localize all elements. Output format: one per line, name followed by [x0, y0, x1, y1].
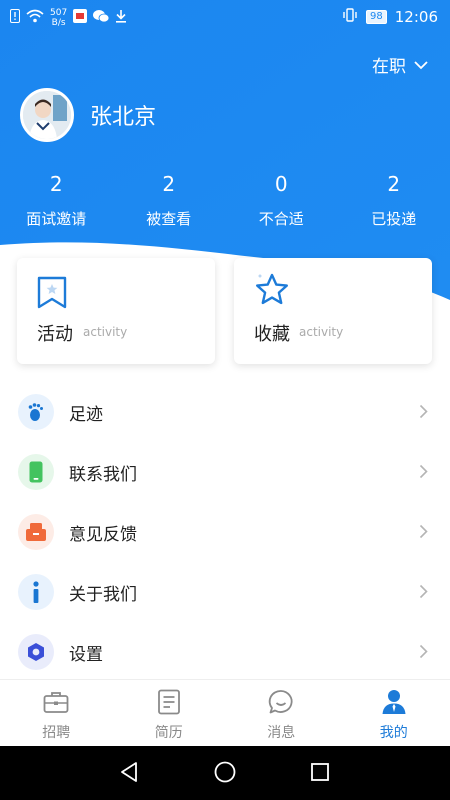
battery-indicator: 98: [366, 10, 387, 24]
menu-label: 设置: [69, 644, 103, 665]
message-icon: [268, 689, 294, 715]
stat-delivered[interactable]: 2 已投递: [338, 172, 450, 229]
stat-label: 不合适: [258, 210, 304, 228]
menu-label: 联系我们: [69, 464, 137, 485]
chevron-right-icon: [419, 404, 428, 423]
stat-value: 0: [274, 172, 288, 196]
chevron-right-icon: [419, 464, 428, 483]
tab-label: 招聘: [42, 725, 71, 741]
clock: 12:06: [394, 8, 438, 26]
tab-label: 我的: [379, 725, 408, 741]
tab-recruitment[interactable]: 招聘: [0, 680, 113, 746]
feedback-icon: [18, 514, 54, 550]
resume-icon: [156, 689, 182, 715]
bottom-tab-bar: 招聘 简历 消息 我的: [0, 679, 450, 746]
card-title: 收藏: [254, 324, 290, 345]
menu-item-contact-us[interactable]: 联系我们: [0, 442, 450, 502]
network-speed: 507 B/s: [50, 8, 68, 28]
menu-label: 足迹: [69, 404, 103, 425]
card-subtitle: activity: [83, 325, 128, 339]
menu-item-feedback[interactable]: 意见反馈: [0, 502, 450, 562]
card-title: 活动: [37, 324, 73, 345]
stat-value: 2: [49, 172, 63, 196]
chevron-right-icon: [419, 584, 428, 603]
chevron-down-icon: [414, 55, 428, 75]
chevron-right-icon: [419, 524, 428, 543]
stat-label: 被查看: [146, 210, 192, 228]
wechat-icon: [93, 9, 110, 27]
tab-messages[interactable]: 消息: [225, 680, 338, 746]
avatar[interactable]: [20, 88, 74, 142]
bookmark-icon: [37, 276, 67, 314]
vibrate-icon: [342, 8, 358, 26]
stat-label: 面试邀请: [26, 210, 87, 228]
job-status-dropdown[interactable]: 在职: [372, 52, 428, 77]
tab-label: 消息: [267, 725, 296, 741]
tab-mine[interactable]: 我的: [338, 680, 450, 746]
menu-item-about-us[interactable]: 关于我们: [0, 562, 450, 622]
phone-icon: [18, 454, 54, 490]
user-profile[interactable]: 张北京: [20, 88, 156, 142]
stat-value: 2: [162, 172, 176, 196]
stat-interview-invites[interactable]: 2 面试邀请: [0, 172, 113, 229]
settings-icon: [18, 634, 54, 670]
info-icon: [18, 574, 54, 610]
username: 张北京: [90, 105, 157, 130]
stat-unsuitable[interactable]: 0 不合适: [225, 172, 338, 229]
notification-app-icon: [73, 9, 88, 27]
chevron-right-icon: [419, 644, 428, 663]
stat-viewed[interactable]: 2 被查看: [113, 172, 226, 229]
tab-resume[interactable]: 简历: [113, 680, 226, 746]
tab-label: 简历: [154, 725, 183, 741]
download-icon: [115, 9, 127, 27]
stat-value: 2: [387, 172, 401, 196]
briefcase-icon: [43, 689, 69, 715]
wifi-icon: [26, 9, 44, 27]
activity-card[interactable]: 活动 activity: [17, 258, 215, 364]
application-stats: 2 面试邀请 2 被查看 0 不合适 2 已投递: [0, 172, 450, 229]
menu-label: 关于我们: [69, 584, 137, 605]
stat-label: 已投递: [371, 210, 417, 228]
star-icon: [254, 272, 290, 312]
favorites-card[interactable]: 收藏 activity: [234, 258, 432, 364]
status-bar: 507 B/s 98 12:06: [0, 0, 450, 36]
profile-header: [0, 0, 450, 300]
menu-item-footprint[interactable]: 足迹: [0, 382, 450, 442]
profile-icon: [381, 689, 407, 715]
header-background: [0, 0, 450, 300]
footprint-icon: [18, 394, 54, 430]
back-icon[interactable]: [118, 760, 140, 788]
system-navigation-bar: [0, 746, 450, 800]
menu-label: 意见反馈: [69, 524, 137, 545]
job-status-label: 在职: [372, 57, 406, 77]
home-icon[interactable]: [213, 760, 237, 788]
recent-apps-icon[interactable]: [309, 760, 331, 788]
menu-item-settings[interactable]: 设置: [0, 622, 450, 682]
card-subtitle: activity: [299, 325, 344, 339]
sim-alert-icon: [10, 9, 20, 27]
settings-menu: 足迹 联系我们 意见反馈 关于我们 设置: [0, 382, 450, 682]
